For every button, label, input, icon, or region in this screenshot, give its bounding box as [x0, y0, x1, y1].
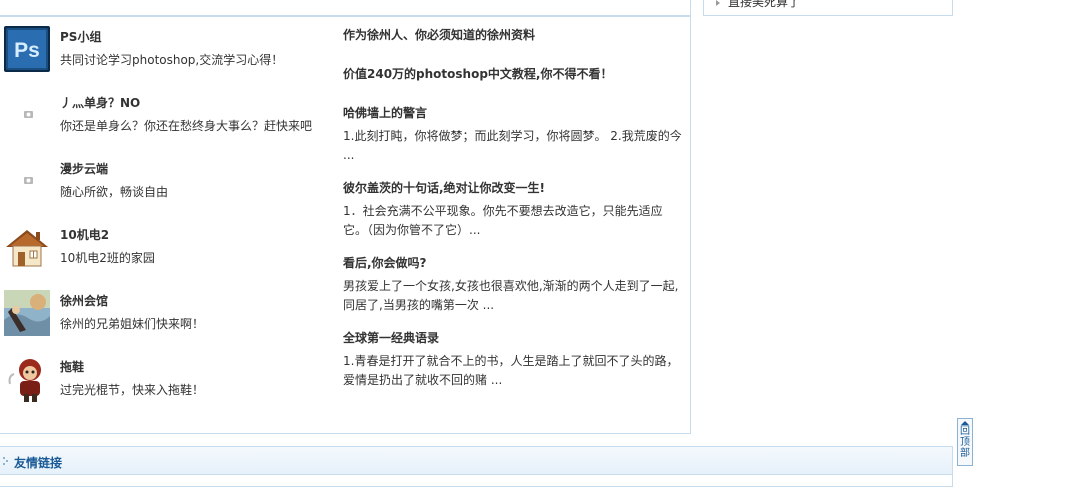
arrow-up-icon	[961, 421, 969, 425]
back-to-top-button[interactable]: 回顶部	[957, 418, 973, 466]
article-summary: 1．社会充满不公平现象。你先不要想去改造它，只能先适应它。（因为你管不了它）..…	[343, 204, 663, 237]
group-description: 随心所欲，畅谈自由	[60, 185, 169, 199]
group-name[interactable]: 丿灬单身？NO	[60, 94, 140, 111]
sidebar-list-item[interactable]: 直接美死算了	[716, 0, 800, 9]
article-summary: 1.青春是打开了就合不上的书，人生是踏上了就回不了头的路，爱情是扔出了就收不回的…	[343, 354, 679, 387]
painting-thumbnail-icon[interactable]	[4, 290, 50, 336]
group-item[interactable]: 漫步云端 随心所欲，畅谈自由	[4, 158, 324, 204]
group-item[interactable]: 丿灬单身？NO 你还是单身么？你还在愁终身大事么？赶快来吧	[4, 92, 324, 138]
group-description: 过完光棍节，快来入拖鞋！	[60, 383, 205, 397]
group-description: 徐州的兄弟姐妹们快来啊！	[60, 317, 205, 331]
placeholder-image-icon[interactable]	[4, 158, 50, 204]
group-name[interactable]: PS小组	[60, 28, 101, 45]
group-item[interactable]: 徐州会馆 徐州的兄弟姐妹们快来啊！	[4, 290, 324, 336]
article-title[interactable]: 全球第一经典语录	[343, 330, 683, 346]
article-item: 看后,你会做吗? 男孩爱上了一个女孩,女孩也很喜欢他,渐渐的两个人走到了一起,同…	[343, 255, 683, 315]
group-description: 共同讨论学习photoshop,交流学习心得！	[60, 53, 284, 67]
group-item[interactable]: 10机电2 10机电2班的家园	[4, 224, 324, 270]
group-description: 10机电2班的家园	[60, 251, 155, 265]
article-title[interactable]: 看后,你会做吗?	[343, 255, 683, 271]
group-item[interactable]: 拖鞋 过完光棍节，快来入拖鞋！	[4, 356, 324, 402]
article-item: 彼尔盖茨的十句话,绝对让你改变一生! 1．社会充满不公平现象。你先不要想去改造它…	[343, 180, 683, 240]
article-item: 全球第一经典语录 1.青春是打开了就合不上的书，人生是踏上了就回不了头的路，爱情…	[343, 330, 683, 390]
group-name[interactable]: 漫步云端	[60, 160, 108, 177]
article-title[interactable]: 彼尔盖茨的十句话,绝对让你改变一生!	[343, 180, 683, 196]
article-title[interactable]: 价值240万的photoshop中文教程,你不得不看！	[343, 67, 613, 81]
group-name[interactable]: 拖鞋	[60, 358, 84, 375]
dotted-bullet-icon	[3, 457, 8, 465]
previous-section-box	[0, 0, 691, 16]
article-summary: 1.此刻打盹，你将做梦；而此刻学习，你将圆梦。 2.我荒废的今 ...	[343, 129, 682, 162]
page: 直接美死算了 Ps PS小组 共同讨论学习photoshop,交流学习心得！ 丿…	[0, 0, 1069, 494]
sidebar-box: 直接美死算了	[703, 0, 953, 16]
group-description: 你还是单身么？你还在愁终身大事么？赶快来吧	[60, 119, 313, 133]
bullet-arrow-icon	[716, 0, 720, 6]
friendly-links-header: 友情链接	[0, 447, 952, 475]
article-item: 价值240万的photoshop中文教程,你不得不看！	[343, 66, 683, 82]
photoshop-logo-icon[interactable]: Ps	[4, 26, 50, 72]
article-item: 作为徐州人、你必须知道的徐州资料	[343, 27, 683, 43]
article-title[interactable]: 哈佛墙上的警言	[343, 105, 683, 121]
cartoon-character-icon[interactable]	[4, 356, 50, 402]
svg-text:Ps: Ps	[14, 39, 40, 62]
group-item[interactable]: Ps PS小组 共同讨论学习photoshop,交流学习心得！	[4, 26, 324, 72]
article-item: 哈佛墙上的警言 1.此刻打盹，你将做梦；而此刻学习，你将圆梦。 2.我荒废的今 …	[343, 105, 683, 165]
group-name[interactable]: 10机电2	[60, 226, 109, 243]
article-summary: 男孩爱上了一个女孩,女孩也很喜欢他,渐渐的两个人走到了一起,同居了,当男孩的嘴第…	[343, 279, 679, 312]
friendly-links-section: 友情链接	[0, 446, 953, 487]
friendly-links-title: 友情链接	[14, 456, 63, 470]
group-name[interactable]: 徐州会馆	[60, 292, 108, 309]
back-to-top-label: 回顶部	[960, 426, 970, 459]
article-title[interactable]: 作为徐州人、你必须知道的徐州资料	[343, 28, 535, 42]
house-icon[interactable]	[4, 224, 50, 270]
placeholder-image-icon[interactable]	[4, 92, 50, 138]
sidebar-item-link[interactable]: 直接美死算了	[728, 0, 800, 9]
